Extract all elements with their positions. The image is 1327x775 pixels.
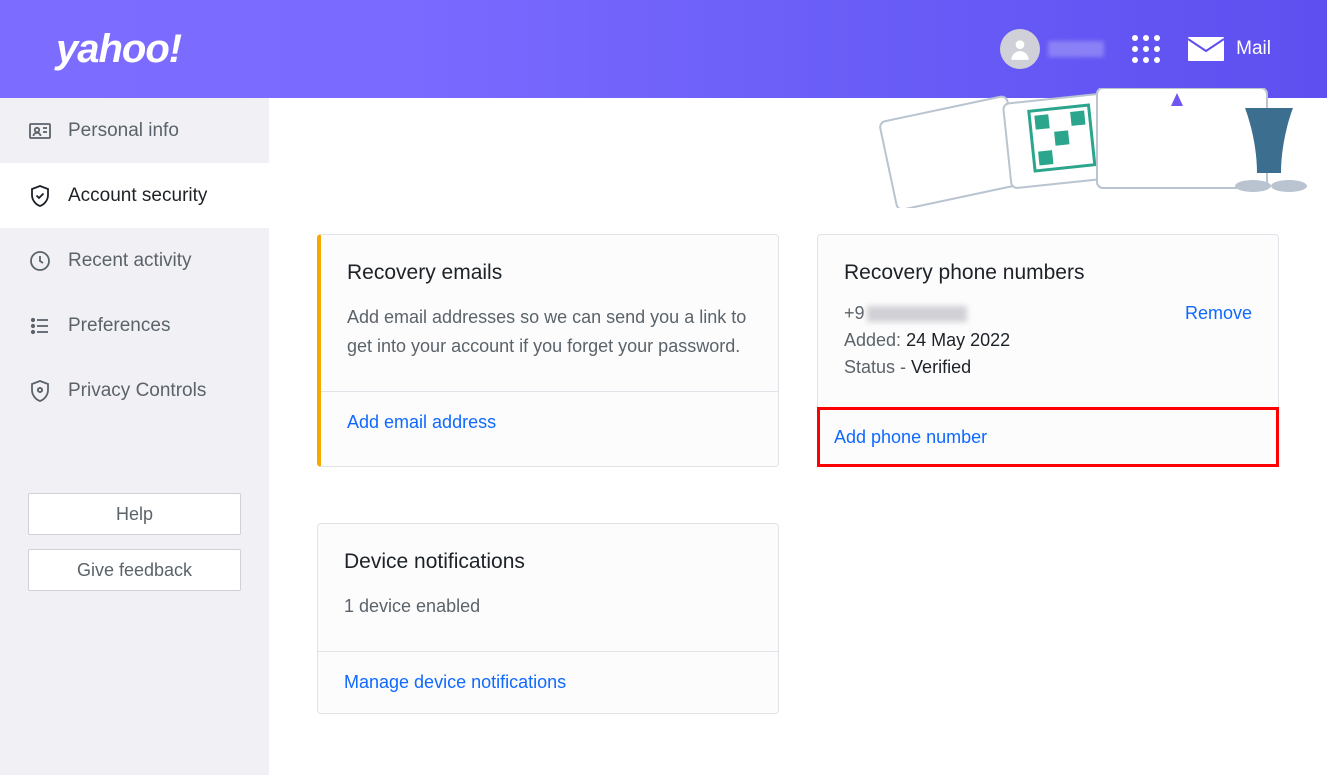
remove-phone-link[interactable]: Remove	[1185, 303, 1252, 324]
sidebar-item-account-security[interactable]: Account security	[0, 163, 269, 228]
hero-illustration	[877, 88, 1317, 208]
manage-device-link[interactable]: Manage device notifications	[344, 672, 566, 693]
content-area: Recovery emails Add email addresses so w…	[269, 98, 1327, 775]
mail-link[interactable]: Mail	[1188, 37, 1271, 61]
avatar-icon	[1000, 29, 1040, 69]
mail-icon	[1188, 37, 1224, 61]
username-redacted	[1048, 41, 1104, 57]
sidebar-item-privacy-controls[interactable]: Privacy Controls	[0, 358, 269, 423]
header: yahoo! Mail	[0, 0, 1327, 98]
card-device-notifications: Device notifications 1 device enabled Ma…	[317, 523, 779, 714]
feedback-button[interactable]: Give feedback	[28, 549, 241, 591]
add-phone-footer-highlighted: Add phone number	[818, 408, 1278, 466]
phone-redacted	[867, 306, 967, 322]
list-icon	[28, 314, 52, 338]
card-description: Add email addresses so we can send you a…	[347, 303, 752, 361]
apps-grid-icon[interactable]	[1132, 35, 1160, 63]
yahoo-logo[interactable]: yahoo!	[56, 27, 181, 72]
sidebar: Personal info Account security Recent ac…	[0, 98, 269, 775]
clock-icon	[28, 249, 52, 273]
card-title: Recovery phone numbers	[844, 261, 1252, 285]
card-recovery-emails: Recovery emails Add email addresses so w…	[317, 234, 779, 467]
card-title: Device notifications	[344, 550, 752, 574]
shield-check-icon	[28, 184, 52, 208]
add-email-link[interactable]: Add email address	[347, 412, 496, 433]
sidebar-item-label: Privacy Controls	[68, 380, 206, 402]
sidebar-item-label: Account security	[68, 185, 207, 207]
help-button[interactable]: Help	[28, 493, 241, 535]
sidebar-item-preferences[interactable]: Preferences	[0, 293, 269, 358]
mail-label: Mail	[1236, 38, 1271, 60]
sidebar-item-recent-activity[interactable]: Recent activity	[0, 228, 269, 293]
sidebar-item-label: Recent activity	[68, 250, 192, 272]
card-title: Recovery emails	[347, 261, 752, 285]
phone-status-line: Status - Verified	[844, 357, 1252, 378]
phone-added-line: Added: 24 May 2022	[844, 330, 1252, 351]
card-recovery-phones: Recovery phone numbers +9 Remove Added: …	[817, 234, 1279, 467]
sidebar-item-label: Preferences	[68, 315, 170, 337]
sidebar-item-label: Personal info	[68, 120, 179, 142]
sidebar-item-personal-info[interactable]: Personal info	[0, 98, 269, 163]
phone-number: +9	[844, 303, 967, 324]
header-right: Mail	[1000, 29, 1271, 69]
shield-gear-icon	[28, 379, 52, 403]
add-phone-link[interactable]: Add phone number	[834, 427, 987, 448]
device-status: 1 device enabled	[344, 592, 752, 621]
id-card-icon	[28, 119, 52, 143]
account-menu[interactable]	[1000, 29, 1104, 69]
